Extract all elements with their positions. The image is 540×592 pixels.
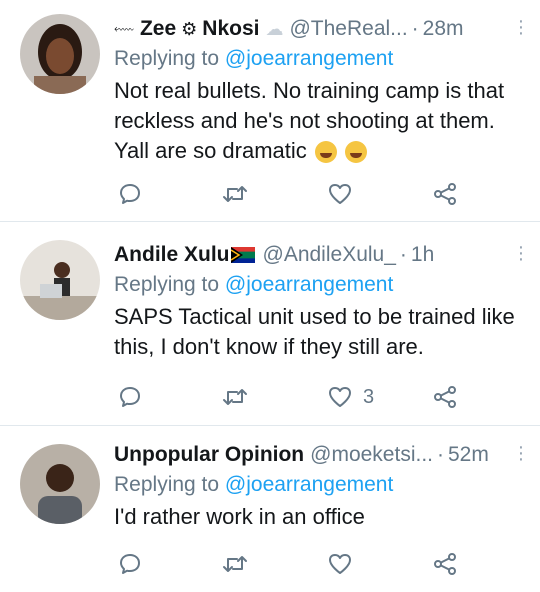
tweet-text: Not real bullets. No training camp is th… (114, 76, 526, 166)
dot-separator: · (437, 443, 444, 466)
reply-icon (120, 554, 140, 574)
south-africa-flag-icon (230, 247, 255, 263)
avatar[interactable] (20, 14, 100, 94)
tweet-line: I'd rather work in an office (114, 504, 365, 529)
share-icon (434, 183, 456, 205)
reply-button[interactable] (117, 551, 143, 577)
retweet-button[interactable] (222, 551, 248, 577)
replying-prefix: Replying to (114, 473, 220, 496)
replying-prefix: Replying to (114, 273, 220, 296)
tweet[interactable]: Unpopular Opinion @moeketsi... · 52m · · ·… (0, 426, 540, 592)
like-count: 3 (363, 385, 375, 408)
tweet-text: I'd rather work in an office (114, 502, 526, 532)
share-button[interactable] (432, 384, 458, 410)
reply-icon (120, 184, 140, 204)
tweet[interactable]: Andile Xulu @AndileXulu_ · 1h · · · Replyi… (0, 222, 540, 426)
tweet-text: SAPS Tactical unit used to be trained li… (114, 302, 526, 362)
dot-separator: · (399, 243, 407, 266)
rofl-emoji-icon (345, 141, 368, 164)
tweet-line: Yall are so dramatic (114, 136, 526, 166)
reply-icon (120, 387, 140, 407)
gear-icon: ⚙ (181, 18, 198, 39)
handle[interactable]: @TheReal... (289, 17, 407, 41)
share-button[interactable] (432, 181, 458, 207)
tweet-line: SAPS Tactical unit used to be trained li… (114, 304, 515, 329)
tweet[interactable]: ⬳ Zee ⚙ Nkosi ☁ @TheReal... · 28m · · · Re… (0, 0, 540, 222)
avatar[interactable] (20, 444, 100, 524)
tweet-line: Not real bullets. No training camp is th… (114, 78, 505, 103)
more-icon[interactable]: · · · (516, 437, 526, 469)
tweet-header: Andile Xulu @AndileXulu_ · 1h (114, 240, 526, 270)
dot-separator: · (411, 17, 419, 40)
replying-to: Replying to @joearrangement (114, 470, 526, 500)
more-icon[interactable]: · · · (516, 11, 526, 43)
retweet-icon (223, 186, 247, 202)
retweet-button[interactable] (222, 181, 248, 207)
like-icon (329, 554, 351, 574)
timestamp[interactable]: 52m (448, 443, 489, 467)
timestamp[interactable]: 1h (411, 243, 434, 267)
tweet-line: reckless and he's not shooting at them. (114, 108, 495, 133)
cloud-icon: ☁ (265, 18, 284, 39)
display-name[interactable]: Andile Xulu (114, 243, 230, 267)
like-button[interactable] (327, 551, 363, 577)
share-button[interactable] (432, 551, 458, 577)
like-button[interactable] (327, 181, 363, 207)
avatar[interactable] (20, 240, 100, 320)
like-button[interactable]: 3 (327, 384, 374, 410)
tweet-line: this, I don't know if they still are. (114, 334, 424, 359)
share-icon (434, 386, 456, 408)
replying-to: Replying to @joearrangement (114, 44, 526, 74)
handle[interactable]: @AndileXulu_ (263, 243, 396, 267)
replying-prefix: Replying to (114, 47, 220, 70)
reply-button[interactable] (117, 181, 143, 207)
mention-link[interactable]: @joearrangement (225, 473, 393, 496)
reply-button[interactable] (117, 384, 143, 410)
share-icon (434, 553, 456, 575)
like-icon (329, 387, 351, 407)
mention-link[interactable]: @joearrangement (225, 47, 393, 70)
handle[interactable]: @moeketsi... (310, 443, 433, 467)
retweet-button[interactable] (222, 384, 248, 410)
tweet-header: ⬳ Zee ⚙ Nkosi ☁ @TheReal... · 28m (114, 14, 526, 44)
display-name[interactable]: Unpopular Opinion (114, 443, 304, 467)
separator-icon: ⬳ (114, 20, 134, 37)
retweet-icon (223, 389, 247, 405)
replying-to: Replying to @joearrangement (114, 270, 526, 300)
mention-link[interactable]: @joearrangement (225, 273, 393, 296)
like-icon (329, 184, 351, 204)
display-name[interactable]: Zee (140, 17, 176, 41)
laughing-emoji-icon (314, 141, 337, 164)
retweet-icon (223, 556, 247, 572)
more-icon[interactable]: · · · (516, 237, 526, 269)
timestamp[interactable]: 28m (423, 17, 464, 41)
display-name-part[interactable]: Nkosi (202, 17, 259, 41)
tweet-header: Unpopular Opinion @moeketsi... · 52m (114, 440, 526, 470)
tweet-line-text: Yall are so dramatic (114, 138, 307, 163)
